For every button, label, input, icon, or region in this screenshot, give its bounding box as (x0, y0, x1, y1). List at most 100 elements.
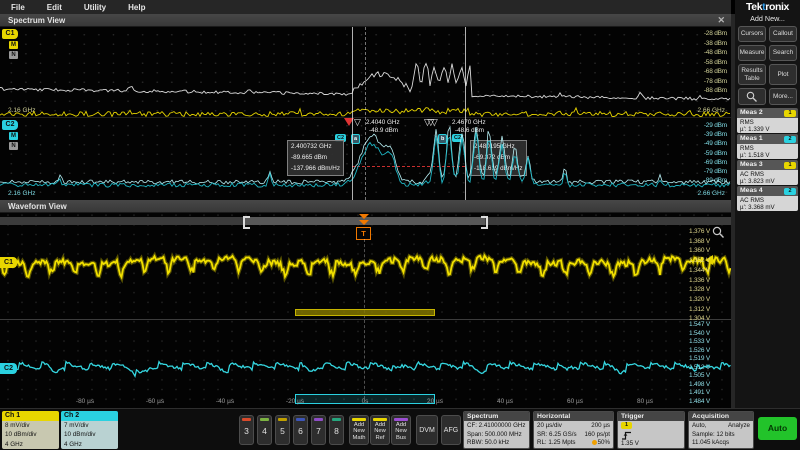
measurement-badge-meas-4[interactable]: Meas 42AC RMSµ': 3.368 mV (737, 186, 798, 211)
waveform-view-title: Waveform View (8, 202, 67, 211)
add-new-math-button[interactable]: AddNewMath (349, 415, 369, 445)
ch2-scale-label: 1.519 V (689, 355, 710, 362)
settings-bar: Ch 1 8 mV/div 10 dBm/div 4 GHz Ch 2 7 mV… (0, 408, 800, 450)
measurement-source-badge: 2 (784, 136, 796, 143)
time-axis-label: -40 µs (216, 398, 234, 405)
ch1-scale-label: 1.312 V (689, 306, 710, 313)
measurement-body: AC RMSµ': 3.823 mV (737, 170, 798, 185)
channel-color-stripe (260, 418, 269, 421)
expansion-point-icon (592, 440, 597, 445)
measurement-header: Meas 1 2 (737, 134, 798, 144)
trigger-settings-badge[interactable]: Trigger 1 1.35 V Noise Reject (617, 411, 685, 449)
ch1-waveform-handle[interactable]: C1 (0, 257, 17, 268)
auto-run-button[interactable]: Auto (758, 417, 797, 440)
cursor-b-line[interactable] (465, 27, 466, 200)
measurement-value: µ': 1.518 V (740, 152, 798, 159)
measurement-source-badge: 1 (784, 162, 796, 169)
channel-color-stripe (332, 418, 341, 421)
waveform-graticule: T C1 C2 1.376 V1.368 V1.360 V1.352 V1.34… (0, 213, 731, 408)
channel-button-label: 8 (330, 416, 343, 446)
channel-color-stripe (314, 418, 323, 421)
horizontal-settings-title: Horizontal (534, 412, 613, 421)
search-button[interactable]: Search (769, 45, 797, 61)
ch2-waveform-handle[interactable]: C2 (0, 363, 17, 374)
ch2-badge-title: Ch 2 (61, 411, 118, 421)
measurement-body: RMSµ': 1.339 V (737, 118, 798, 133)
ch1-scale-label: 1.336 V (689, 277, 710, 284)
ch2-badge[interactable]: Ch 2 7 mV/div 10 dBm/div 4 GHz (61, 411, 118, 449)
tektronix-logo: Tektronix (735, 1, 800, 13)
afg-button[interactable]: AFG (441, 415, 461, 445)
ch1-scale-label: 1.320 V (689, 296, 710, 303)
oscilloscope-screen: FileEditUtilityHelp Spectrum View ✕ C1 M… (0, 0, 800, 450)
channel-button-label: 5 (276, 416, 289, 446)
ch1-scale-label: 1.328 V (689, 286, 710, 293)
zoom-icon[interactable] (712, 226, 725, 239)
zoom-box-button[interactable] (738, 88, 766, 105)
channel-8-button[interactable]: 8 (329, 415, 344, 445)
measurement-badge-meas-3[interactable]: Meas 31AC RMSµ': 3.823 mV (737, 160, 798, 185)
measurement-type: AC RMS (740, 171, 798, 178)
ch2-scale-label: 1.540 V (689, 330, 710, 337)
channel-color-stripe (242, 418, 251, 421)
waveform-view-panel: Waveform View T C1 C2 1.376 V1.368 V1.36… (0, 200, 731, 408)
ch2-scale-label: 1.526 V (689, 347, 710, 354)
spectrum-settings-badge[interactable]: Spectrum CF: 2.41000000 GHz Span: 500.00… (463, 411, 530, 449)
menu-bar: FileEditUtilityHelp (0, 0, 731, 15)
callout-button[interactable]: Callout (769, 26, 797, 42)
measurement-type: RMS (740, 145, 798, 152)
more--button[interactable]: More... (769, 88, 797, 105)
measure-button[interactable]: Measure (738, 45, 766, 61)
add-new-bus-button[interactable]: AddNewBus (391, 415, 411, 445)
channel-button-label: 6 (294, 416, 307, 446)
measurement-type: AC RMS (740, 197, 798, 204)
channel-5-button[interactable]: 5 (275, 415, 290, 445)
measurement-value: µ': 3.368 mV (740, 204, 798, 211)
add-new-menu[interactable]: Add New... (735, 14, 800, 23)
menu-item-help[interactable]: Help (117, 3, 156, 12)
spectrum-view-titlebar[interactable]: Spectrum View ✕ (0, 14, 731, 27)
channel-button-label: 3 (240, 416, 253, 446)
channel-3-button[interactable]: 3 (239, 415, 254, 445)
results-table-button[interactable]: Results Table (738, 64, 766, 85)
measurement-name: Meas 4 (740, 186, 763, 196)
center-frequency-line (365, 27, 366, 200)
channel-6-button[interactable]: 6 (293, 415, 308, 445)
time-axis-label: 20 µs (427, 398, 443, 405)
time-axis-label: -20 µs (286, 398, 304, 405)
measurement-badge-meas-2[interactable]: Meas 21RMSµ': 1.339 V (737, 108, 798, 133)
right-sidebar: Tektronix Add New... CursorsCalloutMeasu… (735, 0, 800, 408)
measurement-header: Meas 4 2 (737, 186, 798, 196)
time-axis-label: -60 µs (146, 398, 164, 405)
measurement-name: Meas 2 (740, 108, 763, 118)
waveform-view-titlebar[interactable]: Waveform View (0, 200, 731, 213)
acquisition-settings-badge[interactable]: Acquisition Auto,Analyze Sample: 12 bits… (688, 411, 754, 449)
menu-item-edit[interactable]: Edit (36, 3, 73, 12)
time-axis-label: 80 µs (637, 398, 653, 405)
plot-button[interactable]: Plot (769, 64, 797, 85)
dvm-button[interactable]: DVM (416, 415, 438, 445)
zoom-box-icon (746, 91, 758, 103)
time-axis-label: -80 µs (76, 398, 94, 405)
trigger-source-badge: 1 (621, 422, 632, 429)
ch2-waveform-trace (0, 362, 731, 377)
ch1-badge-title: Ch 1 (2, 411, 59, 421)
cursors-button[interactable]: Cursors (738, 26, 766, 42)
cursor-a-line[interactable] (352, 27, 353, 200)
measurement-source-badge: 2 (784, 188, 796, 195)
menu-item-utility[interactable]: Utility (73, 3, 117, 12)
menu-item-file[interactable]: File (0, 3, 36, 12)
close-icon[interactable]: ✕ (717, 14, 725, 27)
add-button-stripe (352, 418, 366, 421)
time-axis-label: 40 µs (497, 398, 513, 405)
measurement-name: Meas 1 (740, 134, 763, 144)
add-new-ref-button[interactable]: AddNewRef (370, 415, 390, 445)
measurement-body: AC RMSµ': 3.368 mV (737, 196, 798, 211)
channel-color-stripe (296, 418, 305, 421)
measurement-badge-meas-1[interactable]: Meas 1 2 RMSµ': 1.518 V (737, 134, 798, 159)
horizontal-settings-badge[interactable]: Horizontal 20 µs/div200 µs SR: 6.25 GS/s… (533, 411, 614, 449)
channel-4-button[interactable]: 4 (257, 415, 272, 445)
channel-7-button[interactable]: 7 (311, 415, 326, 445)
ch2-scale-label: 1.547 V (689, 321, 710, 328)
ch1-badge[interactable]: Ch 1 8 mV/div 10 dBm/div 4 GHz (2, 411, 59, 449)
